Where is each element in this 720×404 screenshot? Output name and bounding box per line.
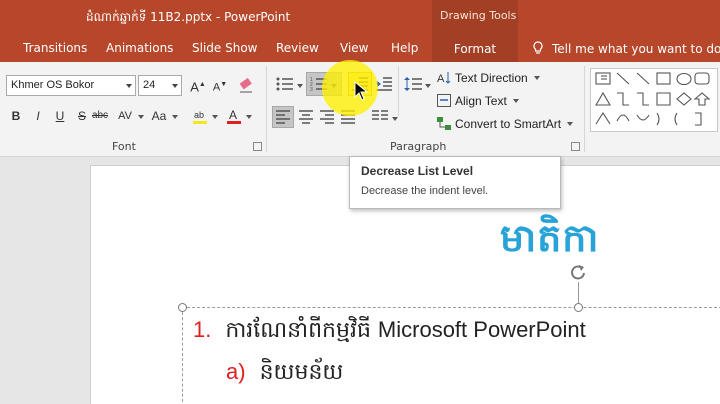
align-center-icon[interactable] [299,110,313,124]
lightbulb-icon [533,41,543,54]
list-item[interactable]: 1. ការណែនាំពីកម្មវិធី Microsoft PowerPoin… [193,316,586,348]
chevron-down-icon [425,84,431,88]
shapes-gallery[interactable] [590,68,718,132]
tell-me-search[interactable]: Tell me what you want to do [532,41,720,56]
tooltip-description: Decrease the indent level. [361,185,489,197]
title-bar: ដំណាក់ឆ្នាក់ទី 11B2.pptx - PowerPoint [0,0,720,36]
smartart-icon [437,117,451,130]
chevron-down-icon [126,84,132,88]
svg-text:A: A [437,73,445,84]
clear-formatting-icon[interactable] [236,76,256,96]
rotate-handle-icon[interactable] [568,262,588,282]
chevron-down-icon [172,115,178,119]
font-group-label: Font [112,140,136,153]
shadow-button[interactable]: abc [90,106,110,126]
svg-text:A: A [229,108,237,122]
change-case-button[interactable]: Aa [148,106,170,126]
tab-help[interactable]: Help [391,41,418,55]
svg-text:ab: ab [194,110,204,120]
tab-view[interactable]: View [340,41,368,55]
tab-animations[interactable]: Animations [106,41,173,55]
shrink-font-button[interactable]: A▼ [210,75,230,95]
list-item[interactable]: a) និយមន័យ [226,358,343,390]
strikethrough-button[interactable]: S [72,106,92,126]
line-spacing-icon[interactable] [404,76,422,92]
chevron-down-icon [534,76,541,80]
bullets-icon[interactable] [276,76,294,92]
group-separator [398,66,399,116]
align-left-icon [276,110,290,124]
chevron-down-icon [392,117,398,121]
font-name-combo[interactable]: Khmer OS Bokor [6,75,136,96]
list-number: 1. [193,317,212,342]
text-direction-icon: A [437,72,451,84]
text-direction-label: Text Direction [455,71,528,85]
font-dialog-launcher-icon[interactable] [253,142,262,151]
chevron-down-icon [567,122,574,126]
text-direction-button[interactable]: A Text Direction [437,71,541,85]
chevron-down-icon [297,84,303,88]
window-title: ដំណាក់ឆ្នាក់ទី 11B2.pptx - PowerPoint [86,10,291,24]
underline-button[interactable]: U [50,106,70,126]
align-text-icon [437,94,451,107]
list-text-khmer: និយមន័យ [259,360,344,385]
chevron-down-icon [513,99,520,103]
convert-smartart-label: Convert to SmartArt [455,117,562,131]
chevron-down-icon [246,115,252,119]
paragraph-dialog-launcher-icon[interactable] [571,142,580,151]
tab-review[interactable]: Review [276,41,319,55]
font-size-combo[interactable]: 24 [138,75,182,96]
ribbon-tabs: Transitions Animations Slide Show Review… [0,36,720,62]
increase-indent-icon[interactable] [376,76,392,92]
grow-font-button[interactable]: A▲ [188,75,208,95]
align-right-icon[interactable] [320,110,334,124]
font-name-value: Khmer OS Bokor [11,79,95,91]
align-text-label: Align Text [455,94,507,108]
columns-icon[interactable] [372,110,388,124]
highlight-color-icon[interactable]: ab [190,106,210,126]
convert-smartart-button[interactable]: Convert to SmartArt [437,117,574,131]
chevron-down-icon [138,115,144,119]
group-separator [584,66,585,152]
tab-slide-show[interactable]: Slide Show [192,41,257,55]
resize-handle[interactable] [178,303,187,312]
group-separator [266,66,267,152]
paragraph-group-label: Paragraph [390,140,447,153]
mouse-pointer-icon [354,81,368,101]
list-number: a) [226,359,246,384]
bold-button[interactable]: B [6,106,26,126]
tooltip: Decrease List Level Decrease the indent … [349,156,561,209]
italic-button[interactable]: I [28,106,48,126]
list-text-khmer: ការណែនាំពីកម្មវិធី [225,318,371,343]
context-tab-group-label: Drawing Tools [440,9,517,22]
chevron-down-icon [212,115,218,119]
tab-format[interactable]: Format [432,36,518,62]
tell-me-text: Tell me what you want to do [552,42,720,56]
svg-text:3: 3 [310,87,313,92]
font-size-value: 24 [143,79,156,91]
tab-transitions[interactable]: Transitions [23,41,87,55]
font-color-icon[interactable]: A [224,106,244,126]
resize-handle[interactable] [574,303,583,312]
align-text-button[interactable]: Align Text [437,94,520,108]
cursor-highlight [322,60,378,116]
character-spacing-button[interactable]: AV [114,106,136,126]
list-text-latin: Microsoft PowerPoint [377,317,586,342]
shapes-gallery-icons [595,72,711,126]
tooltip-title: Decrease List Level [361,164,474,178]
chevron-down-icon [172,84,178,88]
